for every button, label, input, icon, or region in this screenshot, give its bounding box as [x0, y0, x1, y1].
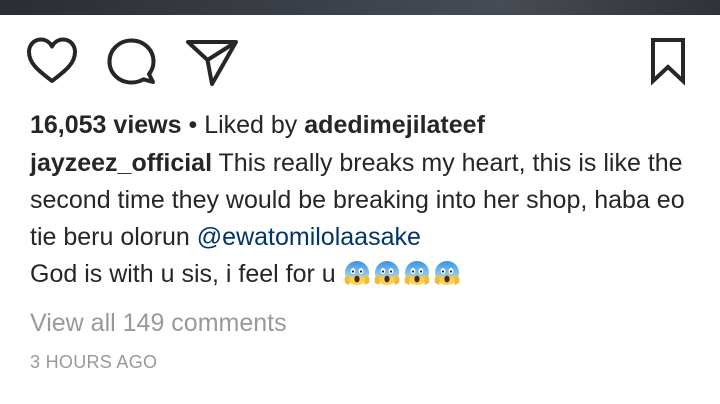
- like-button[interactable]: [26, 36, 78, 88]
- face-screaming-in-fear-icon: [374, 261, 400, 285]
- face-screaming-in-fear-icon: [404, 261, 430, 285]
- share-button[interactable]: [185, 36, 239, 88]
- separator-dot: •: [188, 111, 198, 139]
- paper-plane-icon: [186, 40, 238, 86]
- face-screaming-in-fear-icon: [434, 261, 460, 285]
- view-count[interactable]: 16,053 views: [30, 111, 182, 139]
- post-caption: jayzeez_official This really breaks my h…: [30, 145, 700, 293]
- caption-mention[interactable]: @ewatomilolaasake: [197, 223, 421, 251]
- view-all-comments-link[interactable]: View all 149 comments: [30, 306, 287, 340]
- comment-button[interactable]: [105, 36, 157, 88]
- comment-bubble-icon: [107, 38, 156, 85]
- save-button[interactable]: [648, 36, 688, 88]
- post-stats: 16,053 views • Liked by adedimejilateef: [30, 108, 700, 142]
- caption-text-2: God is with u sis, i feel for u: [30, 260, 336, 288]
- post-timestamp: 3 HOURS AGO: [30, 352, 158, 372]
- post-image-edge: [0, 0, 720, 15]
- liked-by-username[interactable]: adedimejilateef: [304, 111, 485, 139]
- face-screaming-in-fear-icon: [344, 261, 370, 285]
- bookmark-icon: [651, 38, 685, 86]
- post-action-bar: [0, 36, 720, 88]
- caption-username[interactable]: jayzeez_official: [30, 149, 212, 177]
- liked-by-label: Liked by: [204, 111, 298, 139]
- emoji-group: [343, 260, 463, 288]
- heart-icon: [27, 37, 77, 83]
